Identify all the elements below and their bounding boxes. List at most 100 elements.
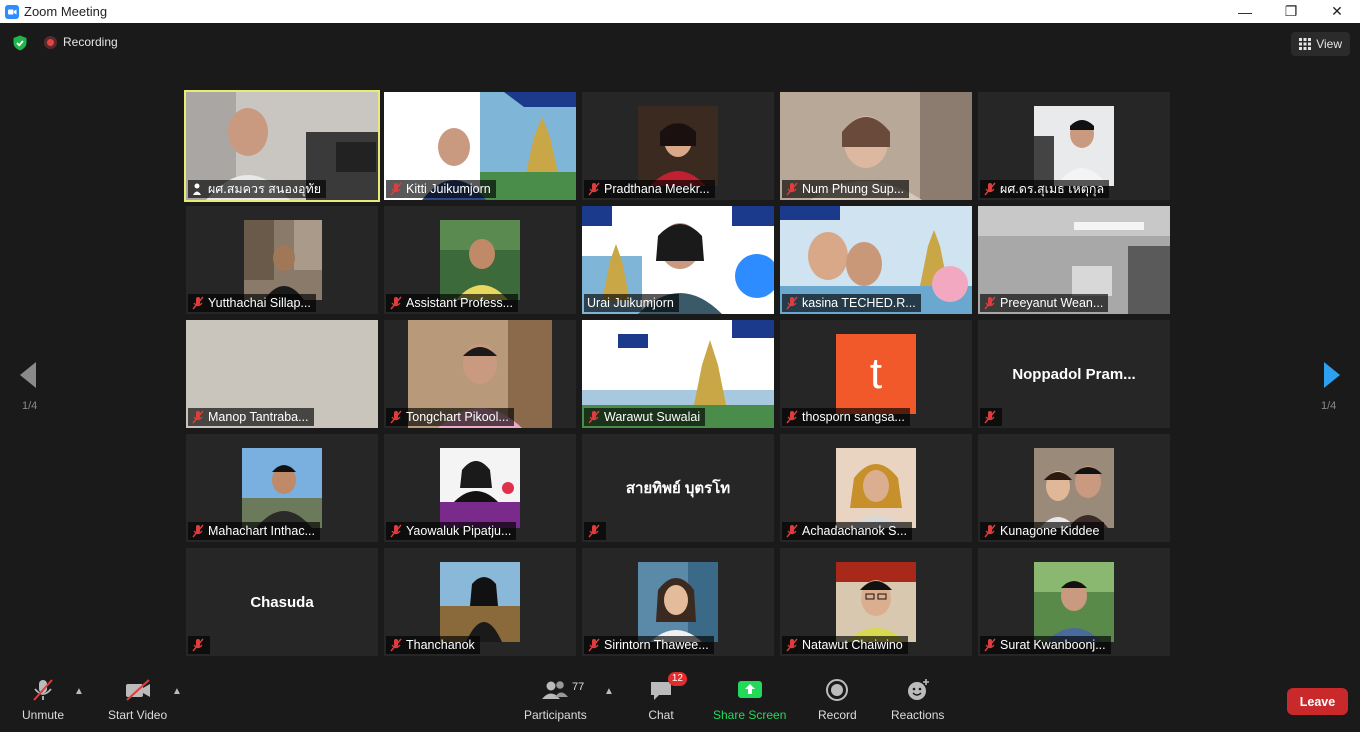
participant-tile[interactable]: Yutthachai Sillap... <box>186 206 378 314</box>
mic-muted-icon <box>390 638 402 652</box>
participant-tile[interactable]: Natawut Chaiwino <box>780 548 972 656</box>
participant-tile[interactable]: Tongchart Pikool... <box>384 320 576 428</box>
participant-tile[interactable]: Chasuda <box>186 548 378 656</box>
participant-name-plate: Mahachart Inthac... <box>188 522 321 540</box>
mic-muted-icon <box>786 524 798 538</box>
participant-video <box>244 220 322 300</box>
participant-tile[interactable]: Kitti Juikumjorn <box>384 92 576 200</box>
participant-name-plate <box>584 522 606 540</box>
mic-muted-icon <box>588 638 600 652</box>
mic-muted-icon <box>786 182 798 196</box>
participant-tile[interactable]: Kunagone Kiddee <box>978 434 1170 542</box>
participant-display-name: สายทิพย์ บุตรโท <box>625 480 731 497</box>
recording-indicator[interactable]: Recording <box>44 35 118 49</box>
video-off-icon <box>125 679 150 701</box>
participant-name: Preeyanut Wean... <box>1000 296 1104 310</box>
participant-name-plate: Preeyanut Wean... <box>980 294 1109 312</box>
participant-tile[interactable]: Num Phung Sup... <box>780 92 972 200</box>
participant-name: Tongchart Pikool... <box>406 410 509 424</box>
participant-tile[interactable]: Preeyanut Wean... <box>978 206 1170 314</box>
participant-name: Urai Juikumjorn <box>587 296 674 310</box>
window-titlebar: Zoom Meeting — ❐ ✕ <box>0 0 1360 23</box>
mic-muted-icon <box>588 524 600 538</box>
participant-name-plate: Yutthachai Sillap... <box>188 294 316 312</box>
participant-tile[interactable]: ผศ.ดร.สุเมธ เหตุกุล <box>978 92 1170 200</box>
participant-name: Pradthana Meekr... <box>604 182 710 196</box>
participant-video <box>638 562 718 642</box>
audio-options-caret-icon[interactable]: ▲ <box>74 686 84 697</box>
close-button[interactable]: ✕ <box>1314 0 1360 23</box>
zoom-app-icon <box>5 4 19 19</box>
record-label: Record <box>818 708 857 722</box>
previous-page-arrow-icon[interactable] <box>18 360 38 390</box>
view-button[interactable]: View <box>1291 32 1350 56</box>
leave-meeting-button[interactable]: Leave <box>1287 688 1348 715</box>
participant-tile[interactable]: Sirintorn Thawee... <box>582 548 774 656</box>
participant-name-plate: Urai Juikumjorn <box>584 294 679 312</box>
participant-name: Natawut Chaiwino <box>802 638 903 652</box>
participant-tile[interactable]: Mahachart Inthac... <box>186 434 378 542</box>
recording-dot-icon <box>44 35 57 49</box>
participant-name-plate: ผศ.สมควร สนองอุทัย <box>188 180 327 198</box>
participants-options-caret-icon[interactable]: ▲ <box>604 686 614 697</box>
chat-button[interactable]: 12 Chat <box>647 672 687 722</box>
recording-label: Recording <box>63 35 118 49</box>
participant-tile[interactable]: Thanchanok <box>384 548 576 656</box>
mic-muted-icon <box>984 524 996 538</box>
participant-name: Achadachanok S... <box>802 524 907 538</box>
reactions-button[interactable]: Reactions <box>891 676 944 722</box>
record-button[interactable]: Record <box>818 676 857 722</box>
participant-tile[interactable]: Warawut Suwalai <box>582 320 774 428</box>
share-screen-label: Share Screen <box>713 708 787 722</box>
participant-tile[interactable]: kasina TECHED.R... <box>780 206 972 314</box>
mic-muted-icon <box>192 296 204 310</box>
participant-name-plate: Tongchart Pikool... <box>386 408 514 426</box>
participant-tile[interactable]: t thosporn sangsa... <box>780 320 972 428</box>
grid-view-icon <box>1299 38 1312 50</box>
encryption-shield-icon[interactable] <box>12 35 28 51</box>
unmute-label: Unmute <box>22 708 65 722</box>
participant-tile[interactable]: Manop Tantraba... <box>186 320 378 428</box>
participant-tile[interactable]: Assistant Profess... <box>384 206 576 314</box>
next-page-arrow-icon[interactable] <box>1322 360 1342 390</box>
share-screen-button[interactable]: Share Screen <box>713 676 786 722</box>
participant-name: Warawut Suwalai <box>604 410 701 424</box>
share-screen-icon <box>737 681 762 698</box>
video-options-caret-icon[interactable]: ▲ <box>172 686 182 697</box>
participant-tile[interactable]: Urai Juikumjorn <box>582 206 774 314</box>
mic-muted-icon <box>588 410 600 424</box>
unmute-button[interactable]: Unmute <box>22 676 64 722</box>
participant-tile[interactable]: Surat Kwanboonj... <box>978 548 1170 656</box>
mic-muted-icon <box>786 638 798 652</box>
microphone-muted-icon <box>33 679 53 701</box>
participant-tile[interactable]: Noppadol Pram... <box>978 320 1170 428</box>
participant-name-plate: Achadachanok S... <box>782 522 912 540</box>
maximize-button[interactable]: ❐ <box>1268 0 1314 23</box>
participant-tile[interactable]: ผศ.สมควร สนองอุทัย <box>184 90 380 202</box>
participant-tile[interactable]: Yaowaluk Pipatju... <box>384 434 576 542</box>
participant-video <box>836 448 916 528</box>
mic-muted-icon <box>786 296 798 310</box>
window-title: Zoom Meeting <box>24 4 108 19</box>
participant-video <box>1034 106 1114 186</box>
participant-name-plate: Kitti Juikumjorn <box>386 180 496 198</box>
start-video-button[interactable]: Start Video <box>108 676 167 722</box>
chat-unread-badge: 12 <box>667 672 687 686</box>
participant-video <box>242 448 322 528</box>
participant-name: Num Phung Sup... <box>802 182 905 196</box>
participant-tile[interactable]: Pradthana Meekr... <box>582 92 774 200</box>
participant-display-name: Noppadol Pram... <box>1012 365 1136 383</box>
minimize-button[interactable]: — <box>1222 0 1268 23</box>
start-video-label: Start Video <box>108 708 168 722</box>
participant-name: Kunagone Kiddee <box>1000 524 1100 538</box>
participant-name: Sirintorn Thawee... <box>604 638 709 652</box>
participant-name: Surat Kwanboonj... <box>1000 638 1106 652</box>
mic-muted-icon <box>984 182 996 196</box>
participant-video <box>836 562 916 642</box>
participant-name-plate: Warawut Suwalai <box>584 408 706 426</box>
chat-label: Chat <box>648 708 674 722</box>
mic-muted-icon <box>192 410 204 424</box>
participant-tile[interactable]: Achadachanok S... <box>780 434 972 542</box>
participant-video <box>440 448 520 528</box>
participant-tile[interactable]: สายทิพย์ บุตรโท <box>582 434 774 542</box>
